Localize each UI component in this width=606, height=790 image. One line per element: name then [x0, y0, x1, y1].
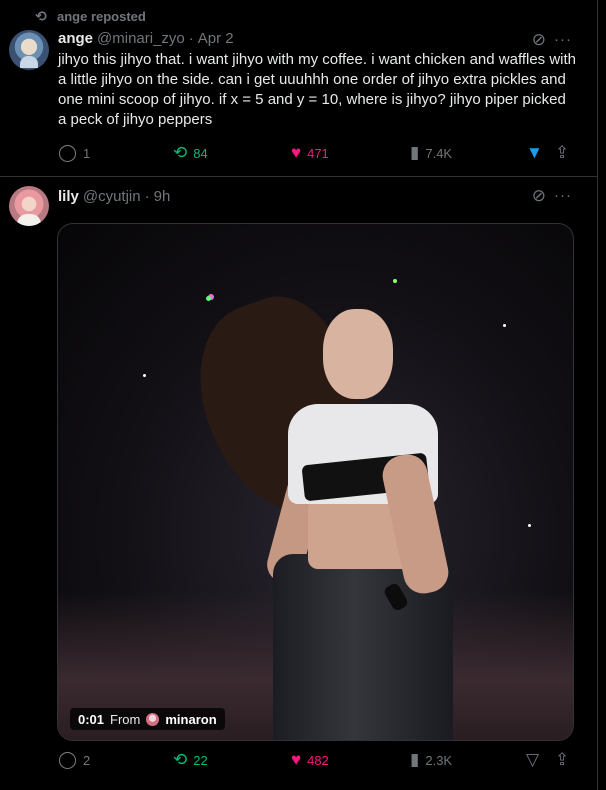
tweet-lily[interactable]: lily @cyutjin · 9h ⊘ ··· 0:01 From minar…	[0, 177, 598, 790]
stage-light	[528, 524, 531, 527]
video-time: 0:01	[78, 711, 105, 727]
views-icon: ▮	[410, 143, 420, 162]
display-name[interactable]: lily	[58, 188, 79, 205]
view-count: 2.3K	[425, 752, 453, 768]
stage-light	[503, 324, 506, 327]
views-button[interactable]: ▮ 7.4K	[410, 143, 452, 163]
like-count: 482	[307, 752, 329, 768]
heart-icon: ♥	[291, 750, 302, 769]
repost-indicator: ⟲ ange reposted	[33, 8, 146, 25]
repost-count: 22	[193, 752, 208, 768]
repost-label[interactable]: ange reposted	[57, 9, 146, 24]
tweet-header: ange @minari_zyo · Apr 2	[58, 30, 234, 47]
repost-icon: ⟲	[173, 143, 188, 162]
source-avatar-icon	[146, 712, 160, 726]
heart-icon: ♥	[291, 143, 302, 162]
view-count: 7.4K	[425, 145, 453, 161]
repost-icon: ⟲	[35, 8, 47, 24]
grok-icon[interactable]: ⊘	[532, 186, 546, 206]
share-icon: ⇪	[555, 750, 570, 769]
source-name[interactable]: minaron	[165, 712, 216, 727]
views-icon: ▮	[410, 750, 420, 769]
handle[interactable]: @cyutjin	[83, 188, 141, 205]
share-button[interactable]: ⇪	[555, 750, 569, 770]
tweet-header: lily @cyutjin · 9h	[58, 188, 170, 205]
timestamp[interactable]: Apr 2	[198, 30, 234, 47]
repost-count: 84	[193, 145, 208, 161]
reply-count: 1	[83, 145, 91, 161]
performer-face	[323, 309, 393, 399]
separator: ·	[188, 30, 194, 47]
video-player[interactable]: 0:01 From minaron	[57, 223, 574, 741]
tweet-ange[interactable]: ⟲ ange reposted ange @minari_zyo · Apr 2…	[0, 0, 598, 177]
stage-light	[206, 296, 211, 301]
like-count: 471	[307, 145, 329, 161]
bookmark-button[interactable]: ▽	[526, 750, 539, 770]
action-bar: ◯ 2 ⟲ 22 ♥ 482 ▮ 2.3K ▽ ⇪	[58, 750, 578, 770]
video-source-badge[interactable]: 0:01 From minaron	[70, 708, 225, 730]
more-options-button[interactable]: ···	[554, 187, 572, 204]
avatar[interactable]	[9, 186, 49, 226]
stage-light	[393, 279, 397, 283]
like-button[interactable]: ♥ 471	[291, 143, 329, 163]
share-button[interactable]: ⇪	[555, 143, 569, 163]
repost-button[interactable]: ⟲ 22	[173, 750, 208, 770]
more-options-button[interactable]: ···	[554, 31, 572, 48]
from-label: From	[110, 711, 141, 727]
reply-button[interactable]: ◯ 2	[58, 750, 90, 770]
share-icon: ⇪	[555, 143, 570, 162]
action-bar: ◯ 1 ⟲ 84 ♥ 471 ▮ 7.4K ▼ ⇪	[58, 143, 578, 163]
timestamp[interactable]: 9h	[154, 188, 171, 205]
repost-button[interactable]: ⟲ 84	[173, 143, 208, 163]
bookmark-button[interactable]: ▼	[526, 143, 543, 163]
views-button[interactable]: ▮ 2.3K	[410, 750, 452, 770]
display-name[interactable]: ange	[58, 30, 93, 47]
reply-icon: ◯	[58, 143, 78, 162]
stage-light	[143, 374, 146, 377]
separator: ·	[144, 188, 150, 205]
grok-icon[interactable]: ⊘	[532, 30, 546, 50]
tweet-text: jihyo this jihyo that. i want jihyo with…	[58, 51, 577, 128]
handle[interactable]: @minari_zyo	[97, 30, 185, 47]
like-button[interactable]: ♥ 482	[291, 750, 329, 770]
timeline-column: ⟲ ange reposted ange @minari_zyo · Apr 2…	[0, 0, 598, 790]
reply-button[interactable]: ◯ 1	[58, 143, 90, 163]
bookmark-icon: ▽	[526, 750, 540, 769]
reply-count: 2	[83, 752, 91, 768]
avatar[interactable]	[9, 30, 49, 70]
bookmark-icon: ▼	[526, 143, 543, 162]
reply-icon: ◯	[58, 750, 78, 769]
repost-icon: ⟲	[173, 750, 188, 769]
